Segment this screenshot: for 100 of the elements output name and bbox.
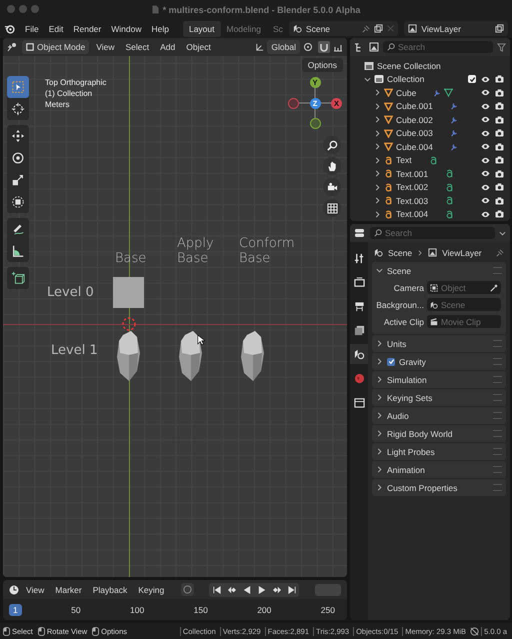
expand-right-icon[interactable] bbox=[374, 143, 381, 150]
options-dropdown[interactable]: Options bbox=[302, 58, 343, 72]
expand-right-icon[interactable] bbox=[376, 394, 383, 401]
view-layer-selector[interactable]: ViewLayer bbox=[404, 21, 508, 36]
menu-dropdown[interactable]: Keying bbox=[134, 582, 168, 596]
outliner-item[interactable]: Collection bbox=[387, 74, 424, 84]
scene-selector[interactable]: Scene bbox=[288, 21, 398, 36]
menu-item[interactable]: Window bbox=[107, 22, 146, 36]
menu-item[interactable]: View bbox=[22, 582, 48, 596]
grid-icon[interactable] bbox=[323, 199, 341, 217]
negative-x-handle[interactable] bbox=[288, 98, 299, 108]
orientation-dropdown[interactable]: Global bbox=[267, 40, 300, 54]
drag-handle-icon[interactable] bbox=[493, 267, 502, 274]
outliner-item[interactable]: Text.003 bbox=[396, 196, 428, 206]
expand-right-icon[interactable] bbox=[376, 376, 383, 383]
expand-right-icon[interactable] bbox=[376, 484, 383, 491]
drag-handle-icon[interactable] bbox=[493, 394, 502, 401]
collapsed-panel[interactable]: Rigid Body World bbox=[372, 425, 506, 442]
hand-icon[interactable] bbox=[323, 157, 341, 175]
wrench-icon[interactable] bbox=[433, 88, 442, 97]
editor-type-icon[interactable] bbox=[7, 42, 19, 52]
scene-tab-icon[interactable] bbox=[350, 344, 368, 364]
zoom-icon[interactable] bbox=[323, 136, 341, 154]
funnel-icon[interactable] bbox=[497, 42, 506, 52]
wrench-icon[interactable] bbox=[450, 142, 458, 151]
expand-down-icon[interactable] bbox=[376, 267, 383, 274]
pivot-icon[interactable] bbox=[303, 42, 315, 52]
camera-icon[interactable] bbox=[495, 142, 504, 151]
drag-handle-icon[interactable] bbox=[493, 412, 502, 419]
camera-icon[interactable] bbox=[495, 210, 504, 218]
menu-item[interactable]: File bbox=[21, 22, 43, 36]
workspace-tab[interactable]: Layout bbox=[182, 20, 220, 36]
drag-handle-icon[interactable] bbox=[493, 484, 502, 491]
record-button[interactable] bbox=[181, 583, 194, 596]
outliner-item[interactable]: Text.002 bbox=[396, 182, 428, 192]
eye-icon[interactable] bbox=[481, 76, 490, 83]
expand-right-icon[interactable] bbox=[376, 466, 383, 473]
eye-icon[interactable] bbox=[481, 184, 490, 191]
filter-icon[interactable] bbox=[369, 42, 379, 52]
expand-down-icon[interactable] bbox=[364, 76, 371, 83]
mode-dropdown[interactable]: Object Mode bbox=[22, 40, 90, 54]
eye-icon[interactable] bbox=[481, 170, 490, 178]
current-frame-marker[interactable]: 1 bbox=[9, 604, 22, 616]
camera-icon[interactable] bbox=[323, 178, 341, 196]
workspace-tab[interactable]: Sc bbox=[267, 20, 283, 36]
drag-handle-icon[interactable] bbox=[493, 466, 502, 473]
drag-handle-icon[interactable] bbox=[493, 376, 502, 383]
expand-right-icon[interactable] bbox=[374, 210, 381, 218]
expand-right-icon[interactable] bbox=[374, 130, 381, 137]
drag-handle-icon[interactable] bbox=[493, 340, 502, 347]
collapsed-panel[interactable]: Keying Sets bbox=[372, 389, 506, 406]
expand-right-icon[interactable] bbox=[374, 197, 381, 204]
camera-icon[interactable] bbox=[495, 196, 504, 205]
eye-icon[interactable] bbox=[481, 89, 490, 96]
negative-y-handle[interactable] bbox=[310, 118, 320, 129]
eye-icon[interactable] bbox=[481, 116, 490, 124]
expand-right-icon[interactable] bbox=[374, 156, 381, 164]
menu-item[interactable]: Marker bbox=[51, 582, 86, 596]
camera-icon[interactable] bbox=[495, 183, 504, 192]
menu-item[interactable]: Help bbox=[147, 22, 173, 36]
frame-field[interactable] bbox=[315, 584, 341, 596]
menu-item[interactable]: Object bbox=[182, 40, 215, 54]
camera-icon[interactable] bbox=[495, 116, 504, 124]
drag-handle-icon[interactable] bbox=[493, 358, 502, 365]
camera-icon[interactable] bbox=[495, 156, 504, 164]
workspace-tab[interactable]: Modeling bbox=[220, 20, 267, 36]
expand-down-icon[interactable] bbox=[499, 230, 506, 236]
expand-right-icon[interactable] bbox=[376, 430, 383, 437]
wrench-icon[interactable] bbox=[450, 102, 458, 110]
camera-icon[interactable] bbox=[495, 102, 504, 110]
drag-handle-icon[interactable] bbox=[493, 430, 502, 437]
camera-icon[interactable] bbox=[495, 75, 504, 84]
expand-right-icon[interactable] bbox=[376, 358, 383, 365]
eye-icon[interactable] bbox=[481, 102, 490, 110]
expand-right-icon[interactable] bbox=[374, 116, 381, 124]
eye-icon[interactable] bbox=[481, 197, 490, 204]
magnet-icon[interactable] bbox=[318, 41, 330, 53]
outliner-item[interactable]: Cube.004 bbox=[396, 142, 433, 152]
mesh-data-icon[interactable] bbox=[444, 88, 454, 98]
expand-right-icon[interactable] bbox=[376, 340, 383, 347]
expand-right-icon[interactable] bbox=[374, 170, 381, 178]
collapsed-panel[interactable]: Simulation bbox=[372, 371, 506, 388]
panel-title[interactable]: Scene bbox=[387, 266, 412, 276]
camera-icon[interactable] bbox=[495, 129, 504, 138]
outliner-item[interactable]: Cube.002 bbox=[396, 114, 433, 125]
menu-item[interactable]: Select bbox=[121, 40, 154, 54]
expand-right-icon[interactable] bbox=[376, 448, 383, 455]
collapsed-panel[interactable]: Gravity bbox=[372, 353, 506, 370]
collapsed-panel[interactable]: Animation bbox=[372, 461, 506, 478]
menu-item[interactable]: Edit bbox=[44, 22, 68, 36]
wrench-icon[interactable] bbox=[450, 129, 458, 138]
eyedropper-icon[interactable] bbox=[490, 284, 498, 292]
collapsed-panel[interactable]: Units bbox=[372, 335, 506, 352]
eye-icon[interactable] bbox=[481, 210, 490, 218]
text-data-icon[interactable] bbox=[445, 169, 454, 178]
expand-right-icon[interactable] bbox=[374, 89, 381, 96]
wrench-icon[interactable] bbox=[450, 116, 458, 124]
blender-logo-icon[interactable] bbox=[4, 23, 15, 34]
text-data-icon[interactable] bbox=[445, 196, 454, 206]
clock-icon[interactable] bbox=[9, 584, 19, 594]
